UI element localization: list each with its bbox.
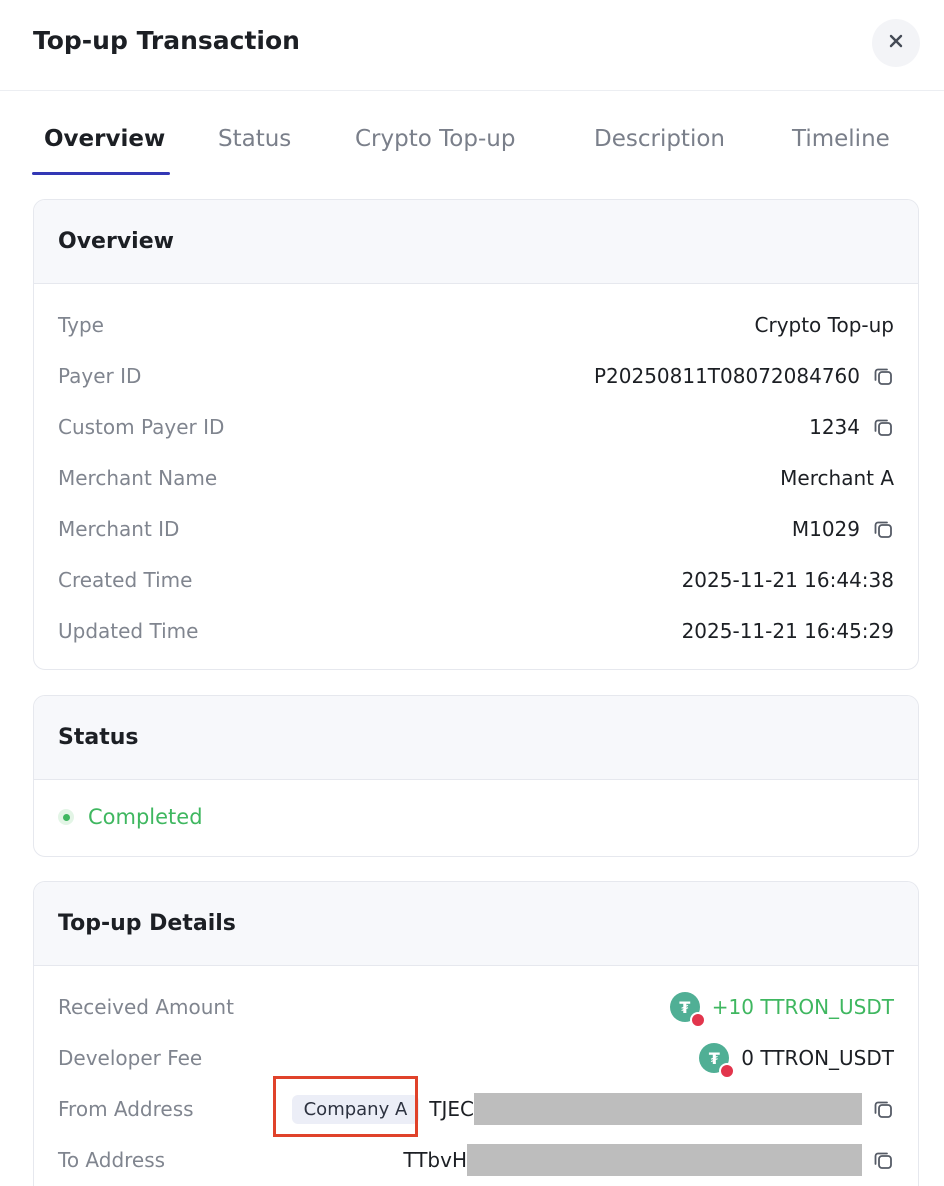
row-value: M1029	[791, 517, 860, 541]
row-label: Merchant Name	[58, 466, 218, 490]
to-address-prefix: TTbvH	[403, 1148, 467, 1172]
developer-fee-value: 0 TTRON_USDT	[741, 1046, 894, 1070]
row-value: 1234	[809, 415, 860, 439]
row-label: Payer ID	[58, 364, 142, 388]
modal-title: Top-up Transaction	[33, 26, 300, 55]
tab-status[interactable]: Status	[218, 126, 291, 152]
tron-icon	[689, 1012, 706, 1028]
row-label: To Address	[58, 1148, 166, 1172]
close-button[interactable]	[872, 19, 920, 67]
tron-icon	[719, 1063, 736, 1079]
detail-row-to-address: To Address TTbvH	[58, 1144, 894, 1176]
detail-row-updated-time: Updated Time 2025-11-21 16:45:29	[58, 616, 894, 646]
status-card: Status Completed	[33, 695, 919, 857]
row-label: Type	[58, 313, 104, 337]
row-label: Custom Payer ID	[58, 415, 225, 439]
address-label-tag: Company A	[291, 1094, 420, 1124]
detail-row-type: Type Crypto Top-up	[58, 310, 894, 340]
status-dot-icon	[58, 809, 74, 825]
row-value: 2025-11-21 16:45:29	[681, 619, 894, 643]
redacted-block	[467, 1144, 862, 1176]
detail-row-custom-payer-id: Custom Payer ID 1234	[58, 412, 894, 442]
detail-row-merchant-id: Merchant ID M1029	[58, 514, 894, 544]
tab-overview[interactable]: Overview	[44, 126, 165, 152]
row-label: Developer Fee	[58, 1046, 203, 1070]
row-value: 2025-11-21 16:44:38	[681, 568, 894, 592]
tab-crypto-top-up[interactable]: Crypto Top-up	[355, 126, 515, 152]
row-value: P20250811T08072084760	[593, 364, 860, 388]
detail-row-developer-fee: Developer Fee ₮ 0 TTRON_USDT	[58, 1043, 894, 1079]
overview-title: Overview	[58, 229, 174, 254]
received-amount-value: +10 TTRON_USDT	[711, 995, 894, 1019]
tab-bar: Overview Status Crypto Top-up Descriptio…	[32, 118, 912, 176]
row-label: From Address	[58, 1097, 194, 1121]
from-address-value: TJEC	[429, 1093, 862, 1125]
copy-icon[interactable]	[872, 416, 894, 438]
close-icon	[888, 33, 904, 53]
copy-icon[interactable]	[872, 1098, 894, 1120]
copy-icon[interactable]	[872, 365, 894, 387]
detail-row-merchant-name: Merchant Name Merchant A	[58, 463, 894, 493]
detail-row-from-address: From Address Company A TJEC	[58, 1093, 894, 1125]
row-label: Updated Time	[58, 619, 199, 643]
row-value: Crypto Top-up	[754, 313, 895, 337]
tether-usdt-icon: ₮	[669, 992, 706, 1028]
row-label: Merchant ID	[58, 517, 180, 541]
detail-row-received-amount: Received Amount ₮ +10 TTRON_USDT	[58, 992, 894, 1028]
detail-row-payer-id: Payer ID P20250811T08072084760	[58, 361, 894, 391]
tether-usdt-icon: ₮	[699, 1043, 736, 1079]
to-address-value: TTbvH	[403, 1144, 862, 1176]
row-value: Merchant A	[780, 466, 894, 490]
tab-description[interactable]: Description	[594, 126, 725, 152]
status-value: Completed	[88, 805, 203, 829]
copy-icon[interactable]	[872, 518, 894, 540]
topup-details-title: Top-up Details	[58, 911, 236, 936]
status-row: Completed	[58, 802, 894, 832]
overview-card: Overview Type Crypto Top-up Payer ID P20…	[33, 199, 919, 670]
topup-details-card: Top-up Details Received Amount ₮ +10 TTR…	[33, 881, 919, 1186]
from-address-prefix: TJEC	[429, 1097, 474, 1121]
row-label: Received Amount	[58, 995, 234, 1019]
status-title: Status	[58, 725, 139, 750]
copy-icon[interactable]	[872, 1149, 894, 1171]
active-tab-indicator	[32, 172, 170, 175]
row-label: Created Time	[58, 568, 193, 592]
detail-row-created-time: Created Time 2025-11-21 16:44:38	[58, 565, 894, 595]
tab-timeline[interactable]: Timeline	[792, 126, 890, 152]
modal-header: Top-up Transaction	[0, 0, 944, 91]
redacted-block	[474, 1093, 862, 1125]
